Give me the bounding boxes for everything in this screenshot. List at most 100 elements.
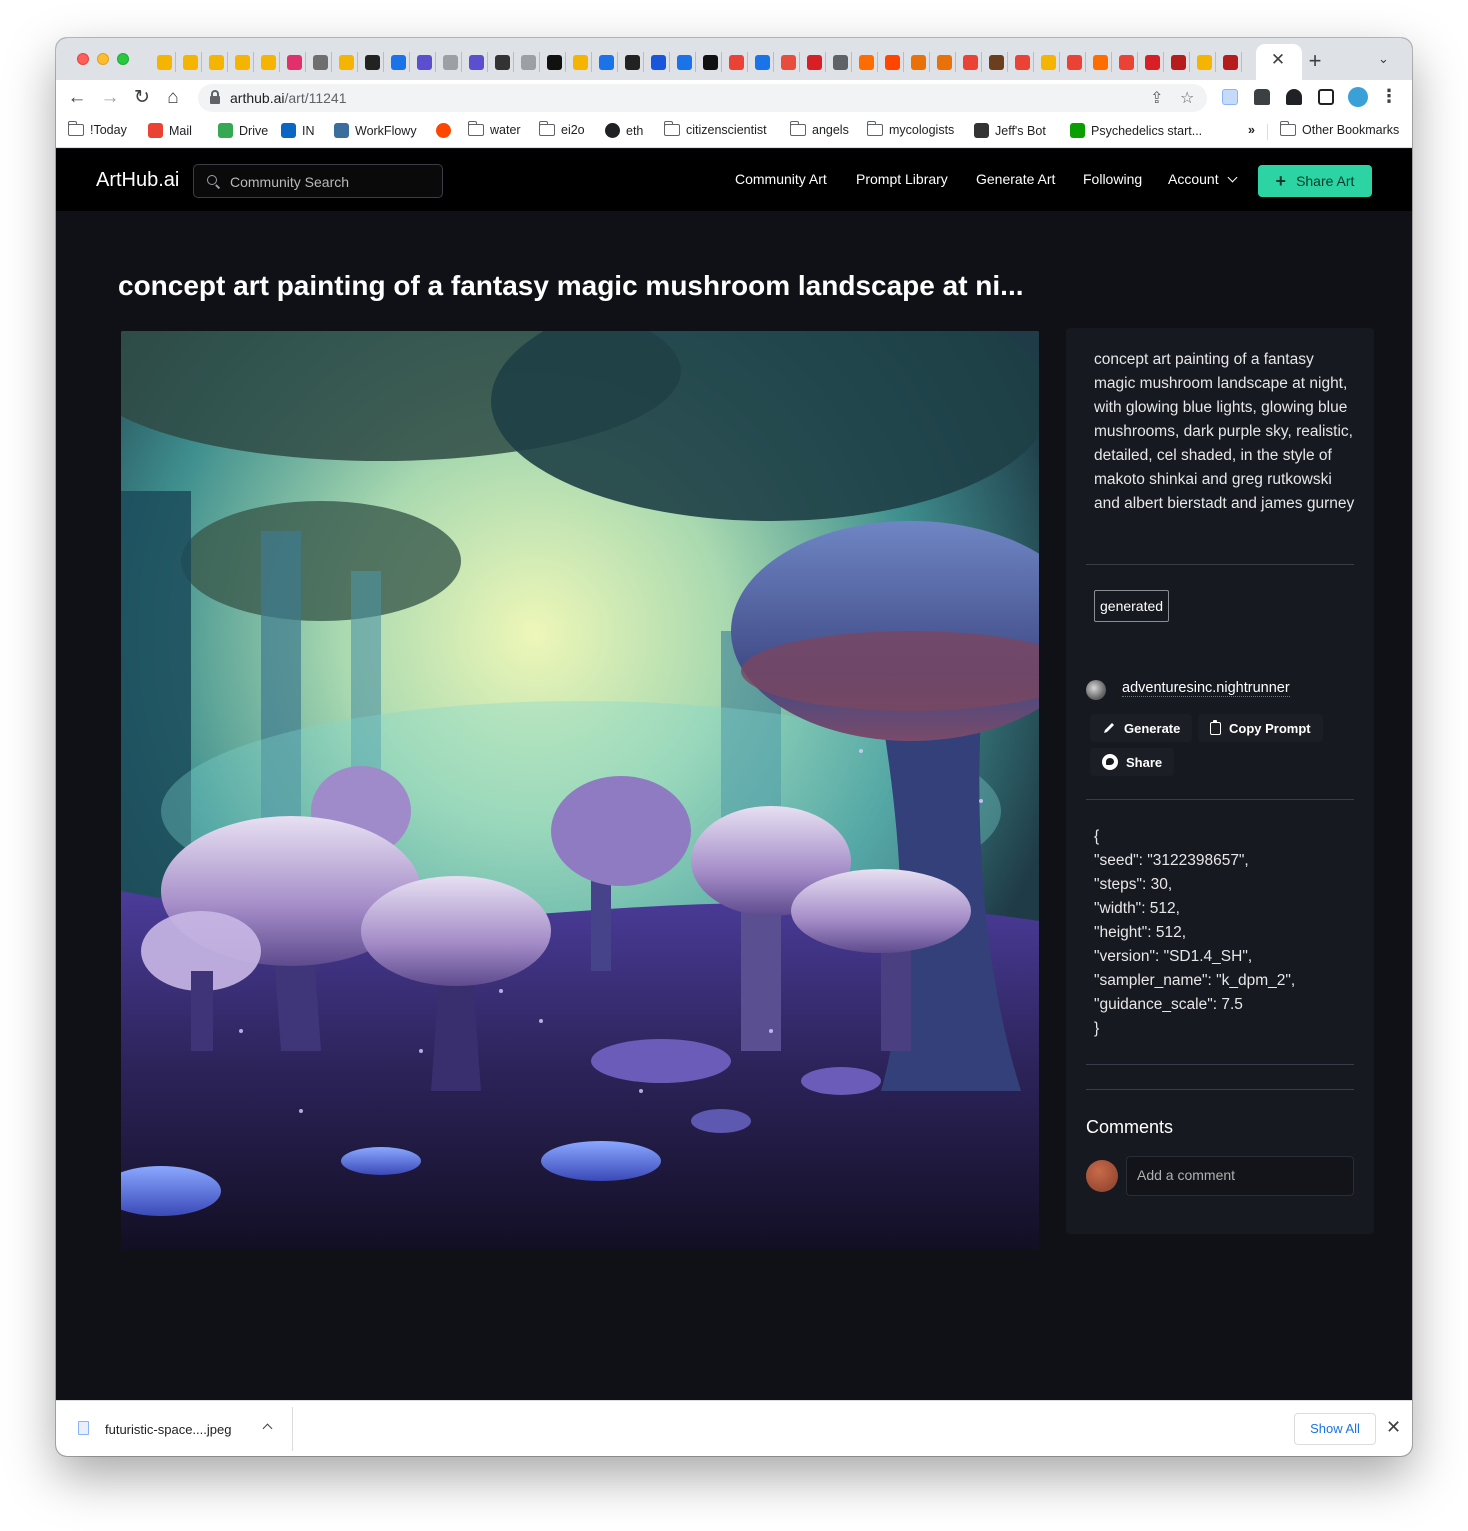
reload-icon[interactable]: ↻ [129,85,155,111]
extension-doc-icon[interactable] [1222,89,1238,105]
tab-favicon[interactable] [1222,52,1242,72]
search-input[interactable] [230,171,430,193]
bookmark-item[interactable]: water [467,121,521,137]
bookmark-item[interactable]: !Today [67,121,127,137]
tab-favicon[interactable] [312,52,332,72]
nav-prompt-library[interactable]: Prompt Library [856,171,948,187]
bookmark-item[interactable]: citizenscientist [663,121,767,137]
tab-favicon[interactable] [1092,52,1112,72]
tab-search-icon[interactable]: ⌄ [1378,51,1389,67]
tab-favicon[interactable] [832,52,852,72]
bookmark-item[interactable] [436,123,451,138]
bookmark-item[interactable]: Mail [148,123,192,138]
home-icon[interactable]: ⌂ [160,85,186,111]
tab-favicon[interactable] [728,52,748,72]
tab-favicon[interactable] [624,52,644,72]
tab-favicon[interactable] [988,52,1008,72]
tab-favicon[interactable] [884,52,904,72]
close-window-button[interactable] [77,53,89,65]
tab-favicon[interactable] [702,52,722,72]
generate-button[interactable]: Generate [1090,714,1193,742]
tab-favicon[interactable] [260,52,280,72]
side-panel-icon[interactable] [1318,89,1334,105]
tab-favicon[interactable] [494,52,514,72]
tab-favicon[interactable] [780,52,800,72]
tab-favicon[interactable] [1014,52,1034,72]
tab-favicon[interactable] [1066,52,1086,72]
flask-icon[interactable] [1286,89,1302,105]
community-search[interactable] [193,164,443,198]
tab-favicon[interactable] [806,52,826,72]
profile-avatar[interactable] [1348,87,1368,107]
other-bookmarks[interactable]: Other Bookmarks [1279,121,1399,137]
bookmark-star-icon[interactable]: ☆ [1180,88,1194,108]
author-avatar[interactable] [1086,680,1106,700]
nav-generate-art[interactable]: Generate Art [976,171,1055,187]
tab-favicon[interactable] [546,52,566,72]
tab-favicon[interactable] [416,52,436,72]
maximize-window-button[interactable] [117,53,129,65]
minimize-window-button[interactable] [97,53,109,65]
nav-account[interactable]: Account [1168,171,1238,187]
tab-favicon[interactable] [1170,52,1190,72]
tab-favicon[interactable] [338,52,358,72]
bookmark-item[interactable]: Drive [218,123,268,138]
tab-favicon[interactable] [1118,52,1138,72]
tab-favicon[interactable] [676,52,696,72]
tab-close-icon[interactable]: ✕ [1268,50,1288,70]
back-arrow-icon[interactable]: ← [64,85,90,111]
tab-favicon[interactable] [910,52,930,72]
bookmark-item[interactable]: WorkFlowy [334,123,417,138]
extensions-puzzle-icon[interactable] [1254,89,1270,105]
close-shelf-icon[interactable]: ✕ [1386,1417,1401,1438]
tab-favicon[interactable] [468,52,488,72]
tab-favicon[interactable] [936,52,956,72]
bookmark-item[interactable]: Jeff's Bot [974,123,1046,138]
tab-favicon[interactable] [598,52,618,72]
bookmark-item[interactable]: ei2o [538,121,585,137]
tab-favicon[interactable] [1144,52,1164,72]
bookmark-item[interactable]: angels [789,121,849,137]
tab-favicon[interactable] [208,52,228,72]
tab-favicon[interactable] [364,52,384,72]
tab-favicon[interactable] [650,52,670,72]
share-page-icon[interactable]: ⇪ [1150,88,1163,108]
tab-favicon[interactable] [234,52,254,72]
tab-favicon[interactable] [962,52,982,72]
tab-favicon[interactable] [754,52,774,72]
tab-favicon[interactable] [1196,52,1216,72]
address-bar[interactable]: arthub.ai/art/11241 ⇪ ☆ [198,84,1207,112]
copy-prompt-button[interactable]: Copy Prompt [1198,714,1323,742]
author-name[interactable]: adventuresinc.nightrunner [1122,680,1290,697]
tag-generated[interactable]: generated [1094,590,1170,622]
tab-favicon[interactable] [858,52,878,72]
nav-community-art[interactable]: Community Art [735,171,827,187]
bookmark-item[interactable]: eth [605,123,643,138]
download-file-name[interactable]: futuristic-space....jpeg [105,1422,231,1437]
site-logo[interactable]: ArtHub.ai [96,169,179,192]
tab-favicon[interactable] [520,52,540,72]
lock-icon[interactable] [210,90,220,104]
comment-input[interactable] [1126,1156,1354,1196]
chrome-menu-icon[interactable]: ⋮ [1380,86,1398,107]
tab-favicon[interactable] [156,52,176,72]
tab-favicon[interactable] [1040,52,1060,72]
chevron-up-icon[interactable] [262,1423,273,1434]
tab-favicon[interactable] [572,52,592,72]
share-art-button[interactable]: + Share Art [1258,165,1372,197]
share-button[interactable]: Share [1090,748,1175,776]
bookmarks-overflow-button[interactable]: » [1248,123,1255,137]
bookmark-item[interactable]: Psychedelics start... [1070,123,1202,138]
url-text[interactable]: arthub.ai/art/11241 [230,90,347,106]
forward-arrow-icon[interactable]: → [97,85,123,111]
tab-favicon[interactable] [286,52,306,72]
show-all-button[interactable]: Show All [1294,1413,1376,1445]
tab-favicon[interactable] [182,52,202,72]
nav-following[interactable]: Following [1083,171,1142,187]
artwork-image[interactable]: 3 [121,331,1039,1249]
bookmark-item[interactable]: mycologists [866,121,954,137]
new-tab-button[interactable]: + [1303,49,1327,73]
tab-favicon[interactable] [390,52,410,72]
bookmark-item[interactable]: IN [281,123,315,138]
tab-favicon[interactable] [442,52,462,72]
